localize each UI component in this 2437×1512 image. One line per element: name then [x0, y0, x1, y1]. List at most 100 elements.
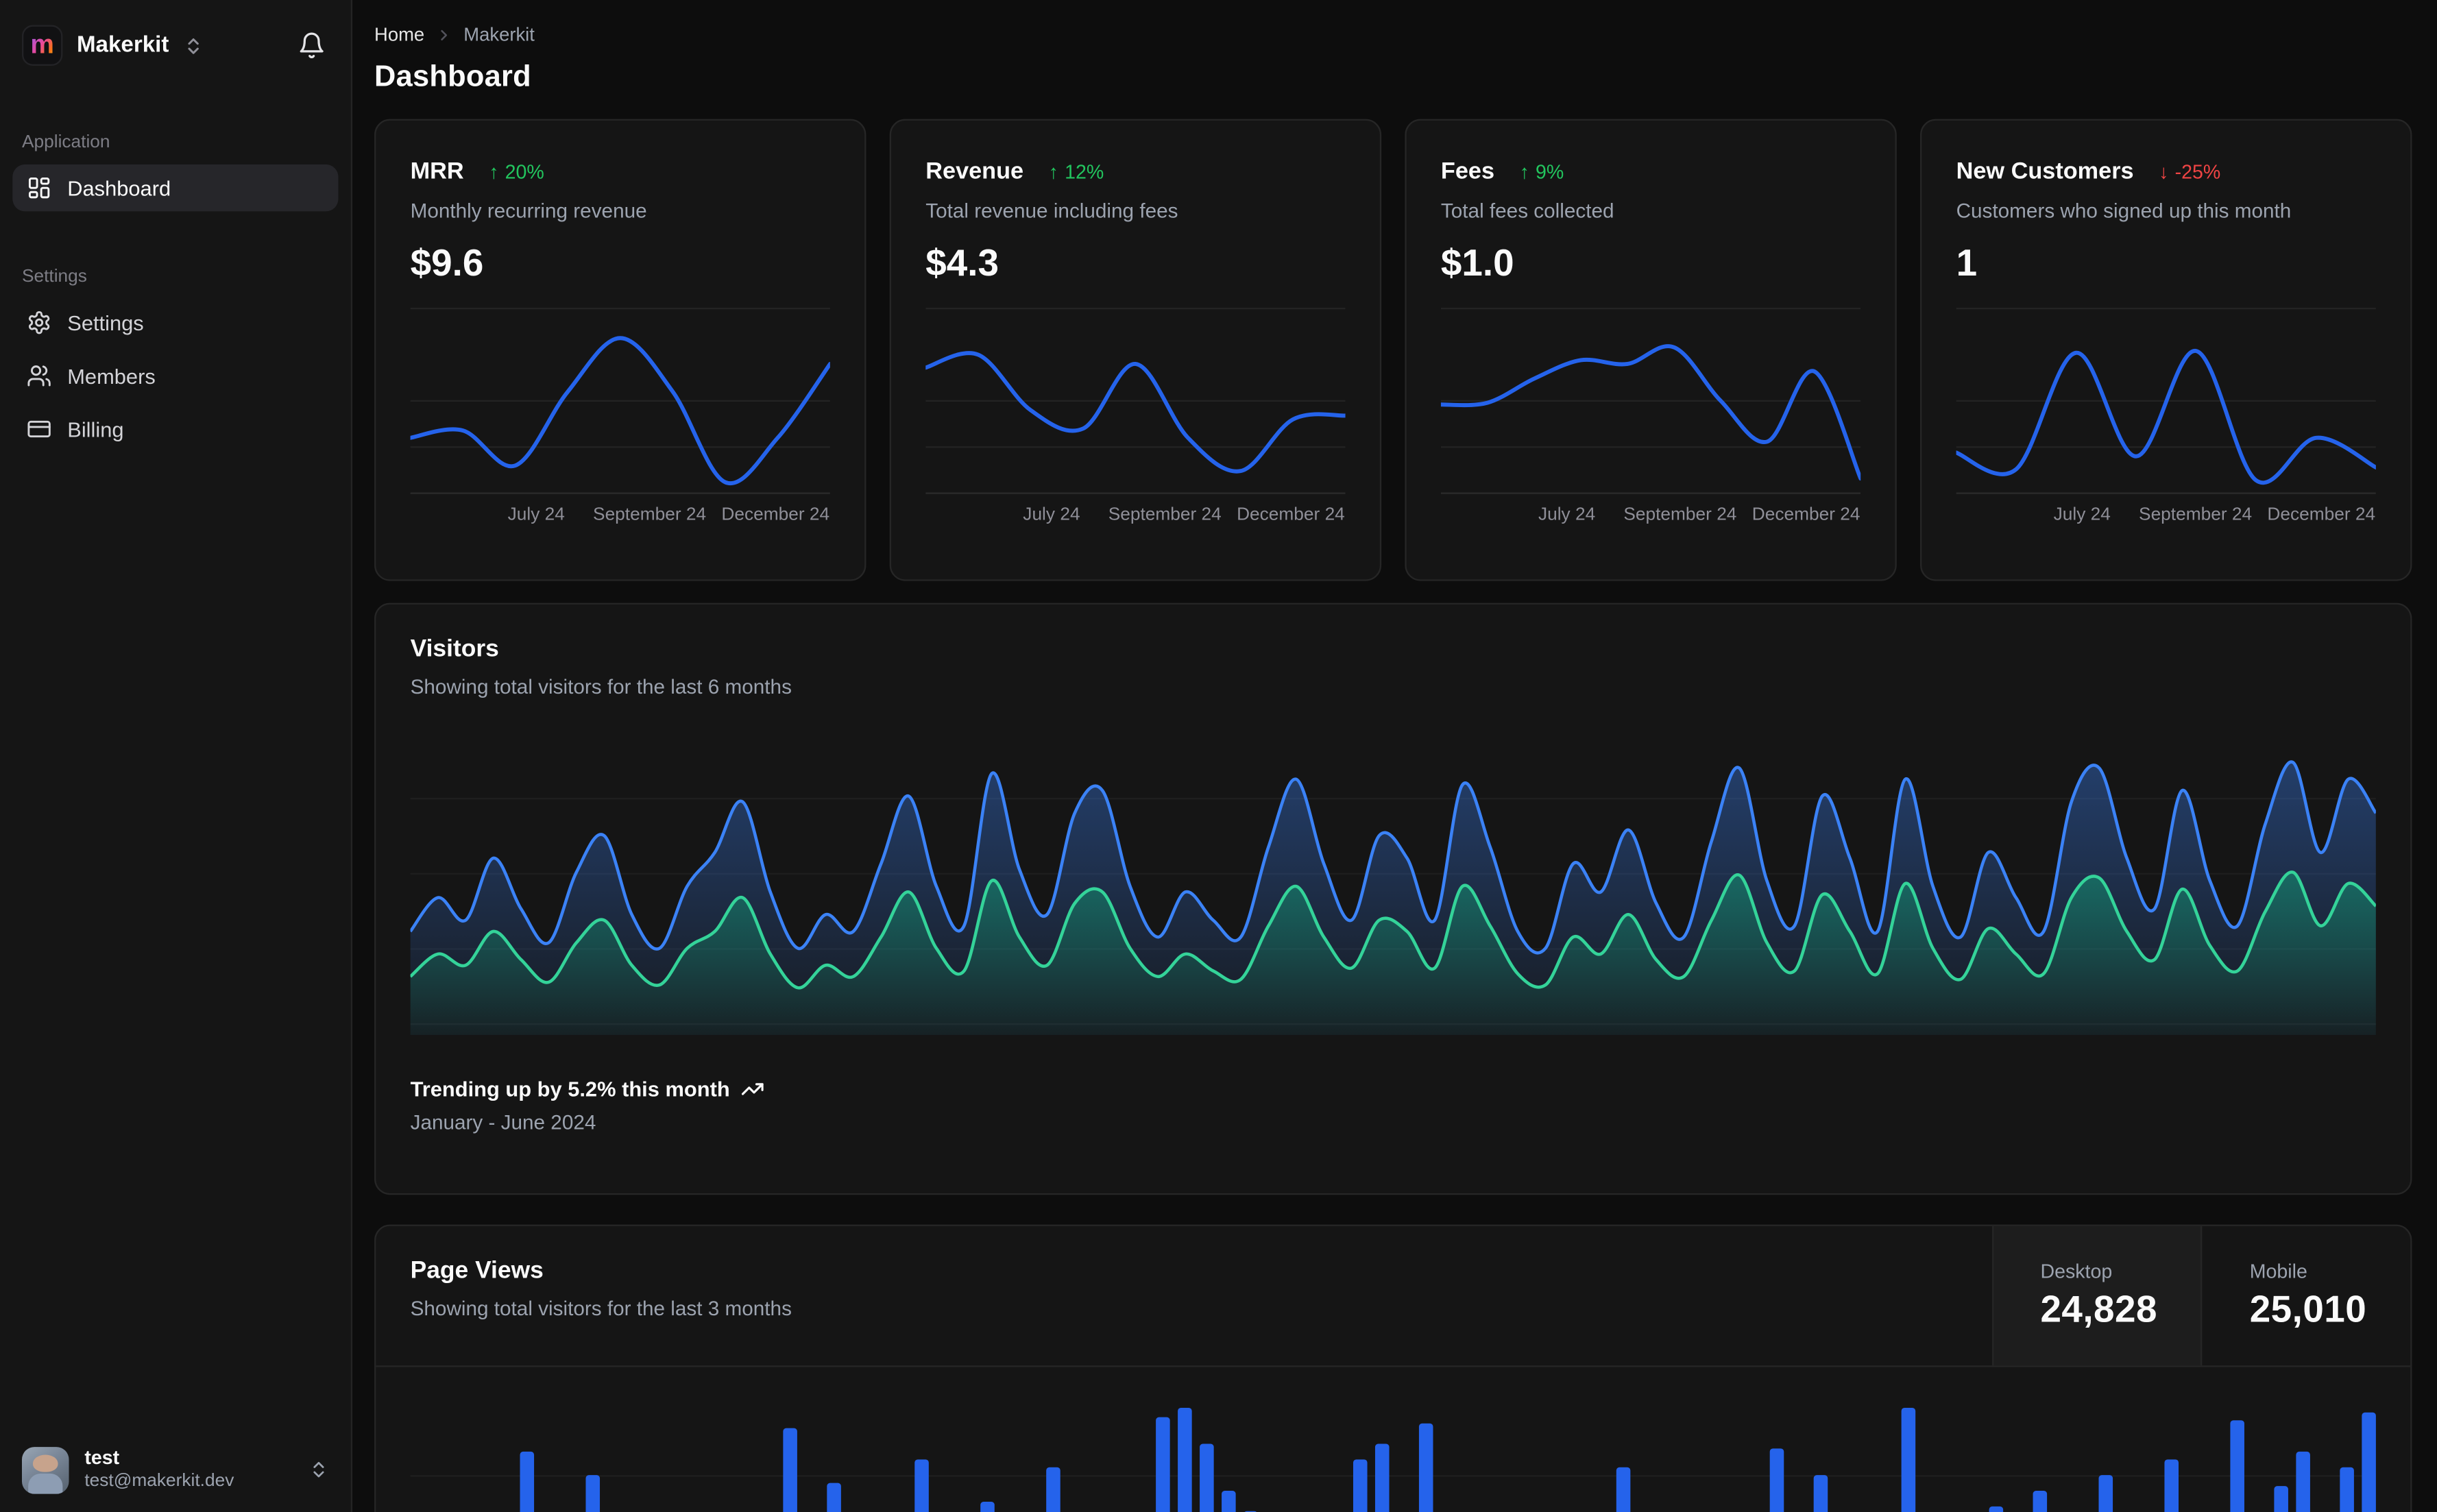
sidebar-header: m Makerkit: [0, 0, 351, 71]
sidebar-item-label: Settings: [67, 310, 144, 334]
app-root: m Makerkit Application Dashboard Settings S…: [0, 0, 2437, 1512]
stat-card-value: $1.0: [1440, 243, 1514, 285]
x-tick-label: September 24: [1108, 505, 1222, 525]
workspace-name: Makerkit: [76, 32, 169, 58]
bar: [1769, 1448, 1784, 1512]
page-title: Dashboard: [374, 61, 531, 95]
sidebar-item-members[interactable]: Members: [12, 352, 338, 400]
trend-arrow-icon: ↓: [2159, 160, 2169, 183]
bar: [2296, 1451, 2310, 1512]
bar: [1178, 1407, 1192, 1512]
toggle-label: Desktop: [2040, 1260, 2113, 1282]
logo-letter: m: [30, 29, 54, 59]
chevrons-up-down-icon: [308, 1460, 329, 1480]
visitors-description: Showing total visitors for the last 6 mo…: [410, 674, 792, 698]
bell-icon: [298, 32, 326, 60]
stat-card-value: $9.6: [410, 243, 484, 285]
trend-percent: -25%: [2174, 160, 2221, 183]
bar: [1418, 1423, 1433, 1512]
bar: [1222, 1491, 1236, 1512]
x-tick-label: July 24: [1538, 505, 1596, 525]
sidebar-item-billing[interactable]: Billing: [12, 406, 338, 453]
x-tick-label: September 24: [2139, 505, 2253, 525]
stat-card-description: Total fees collected: [1440, 199, 1614, 223]
stat-card-description: Customers who signed up this month: [1956, 199, 2292, 223]
stat-sparkline-chart: [410, 307, 830, 494]
bar: [2033, 1491, 2048, 1512]
bar: [2362, 1412, 2376, 1512]
chevron-right-icon: [435, 26, 452, 43]
sparkline-x-labels: July 24 September 24 December 24: [1441, 506, 1860, 534]
sidebar-item-settings[interactable]: Settings: [12, 299, 338, 346]
toggle-value: 25,010: [2249, 1288, 2367, 1330]
bar: [1989, 1506, 2004, 1512]
stat-card-title: New Customers: [1956, 158, 2134, 185]
stat-trend-badge: ↓ -25%: [2159, 160, 2220, 182]
stat-card-title: Fees: [1440, 158, 1495, 185]
members-icon: [27, 363, 52, 389]
breadcrumb-home[interactable]: Home: [374, 23, 424, 45]
x-tick-label: December 24: [1751, 505, 1860, 525]
stat-sparkline-chart: [925, 307, 1346, 494]
user-email: test@makerkit.dev: [84, 1472, 234, 1491]
stat-card-title: Revenue: [925, 158, 1024, 185]
trending-up-icon: [741, 1077, 764, 1101]
breadcrumb-current: Makerkit: [463, 23, 535, 46]
page-views-bar-chart: [410, 1389, 2376, 1512]
bar: [1813, 1475, 1828, 1512]
stat-card-new-customers: New Customers ↓ -25% Customers who signed…: [1920, 119, 2412, 581]
trend-arrow-icon: ↑: [489, 160, 499, 183]
sparkline-x-labels: July 24 September 24 December 24: [925, 506, 1345, 534]
sidebar-item-label: Members: [67, 364, 156, 388]
user-name: test: [84, 1446, 120, 1469]
trend-percent: 9%: [1536, 160, 1564, 183]
nav-section-application: Application Dashboard: [12, 133, 339, 212]
user-avatar: [21, 1446, 69, 1493]
page-views-card: Page Views Showing total visitors for th…: [374, 1224, 2412, 1512]
bar: [585, 1475, 601, 1512]
main-content: Home Makerkit Dashboard MRR ↑ 20% Monthly…: [352, 0, 2437, 1512]
visitors-title: Visitors: [410, 635, 499, 663]
page-views-title-block: Page Views Showing total visitors for th…: [376, 1226, 1991, 1365]
bar: [2098, 1475, 2113, 1512]
bar: [1200, 1443, 1214, 1512]
sidebar-item-label: Billing: [67, 417, 124, 441]
pageviews-toggle-mobile[interactable]: Mobile 25,010: [2200, 1226, 2410, 1366]
stat-card-fees: Fees ↑ 9% Total fees collected $1.0 July …: [1405, 119, 1897, 581]
bar: [1046, 1467, 1060, 1512]
stat-card-value: $4.3: [925, 243, 999, 285]
nav-section-label: Settings: [21, 267, 87, 287]
bar: [520, 1451, 535, 1512]
sparkline-x-labels: July 24 September 24 December 24: [1956, 506, 2376, 534]
stat-sparkline-chart: [1956, 307, 2376, 494]
visitors-card: Visitors Showing total visitors for the …: [374, 602, 2412, 1195]
stat-card-title: MRR: [410, 158, 464, 185]
billing-icon: [27, 417, 52, 442]
stat-card-value: 1: [1956, 243, 1978, 285]
trend-percent: 20%: [505, 160, 544, 183]
bar: [2164, 1459, 2179, 1512]
stat-card-description: Total revenue including fees: [925, 199, 1178, 223]
nav-section-settings: Settings Settings Members Billing: [12, 268, 338, 453]
bar: [1901, 1407, 1916, 1512]
stat-trend-badge: ↑ 20%: [489, 160, 544, 182]
visitors-trend-text: Trending up by 5.2% this month: [410, 1077, 730, 1101]
toggle-label: Mobile: [2249, 1260, 2307, 1282]
stat-trend-badge: ↑ 12%: [1049, 160, 1104, 182]
pageviews-toggle-desktop[interactable]: Desktop 24,828: [1991, 1226, 2201, 1366]
stat-card-revenue: Revenue ↑ 12% Total revenue including fee…: [889, 119, 1382, 581]
bar: [827, 1483, 841, 1512]
visitors-area-chart: [410, 760, 2376, 1036]
settings-icon: [27, 310, 52, 335]
notifications-button[interactable]: [295, 28, 329, 62]
dashboard-icon: [27, 175, 52, 201]
bar: [1156, 1417, 1170, 1512]
sidebar-item-dashboard[interactable]: Dashboard: [12, 164, 339, 212]
bar: [1353, 1459, 1368, 1512]
page-views-toggles: Desktop 24,828 Mobile 25,010: [1991, 1226, 2411, 1366]
sparkline-x-labels: July 24 September 24 December 24: [411, 506, 830, 534]
workspace-switcher[interactable]: m Makerkit: [21, 25, 204, 66]
makerkit-logo: m: [21, 25, 63, 66]
sidebar-item-label: Dashboard: [67, 176, 171, 200]
user-menu[interactable]: test test@makerkit.dev: [0, 1428, 351, 1512]
